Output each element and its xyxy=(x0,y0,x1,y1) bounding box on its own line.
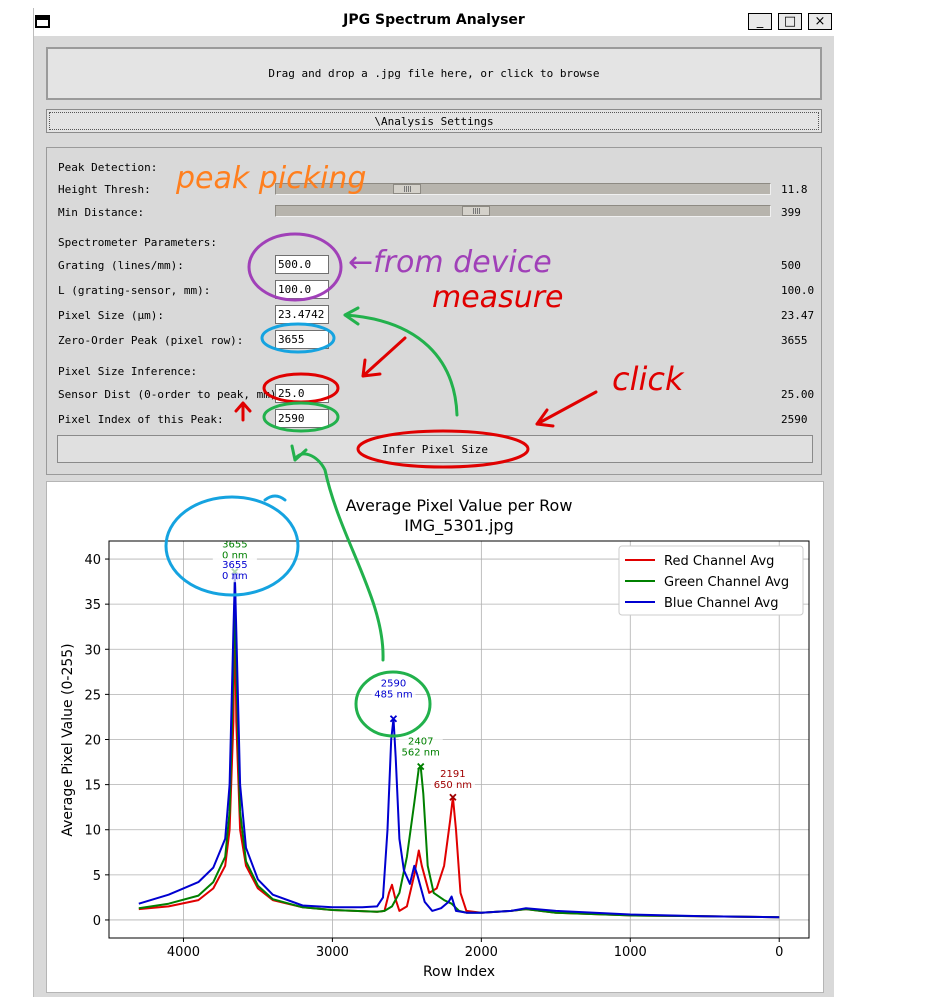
annotation-arrow-red-click xyxy=(535,390,598,428)
annotation-arrow-red-small xyxy=(234,401,252,422)
annotation-arrow-green-chart xyxy=(290,444,385,662)
annotation-circle-pixel-index xyxy=(262,401,340,433)
annotation-arrow-red-measure xyxy=(361,336,407,378)
annotation-circle-485-peak xyxy=(354,670,432,738)
annotation-circle-grating xyxy=(247,232,343,302)
handwritten-annotations: peak picking ←from device measure click xyxy=(164,161,685,738)
annotation-from-device: ←from device xyxy=(348,245,552,280)
annotation-peak-picking: peak picking xyxy=(175,161,366,196)
annotation-click: click xyxy=(612,360,685,398)
annotation-circle-infer-button xyxy=(356,429,530,469)
annotation-measure: measure xyxy=(432,280,564,315)
annotation-arrow-green-up xyxy=(343,306,459,417)
annotation-circle-sensor-dist xyxy=(262,372,340,404)
annotation-circle-zero-peak xyxy=(164,495,300,597)
annotation-scribble xyxy=(263,494,287,502)
annotation-circle-zero-order xyxy=(260,322,336,354)
